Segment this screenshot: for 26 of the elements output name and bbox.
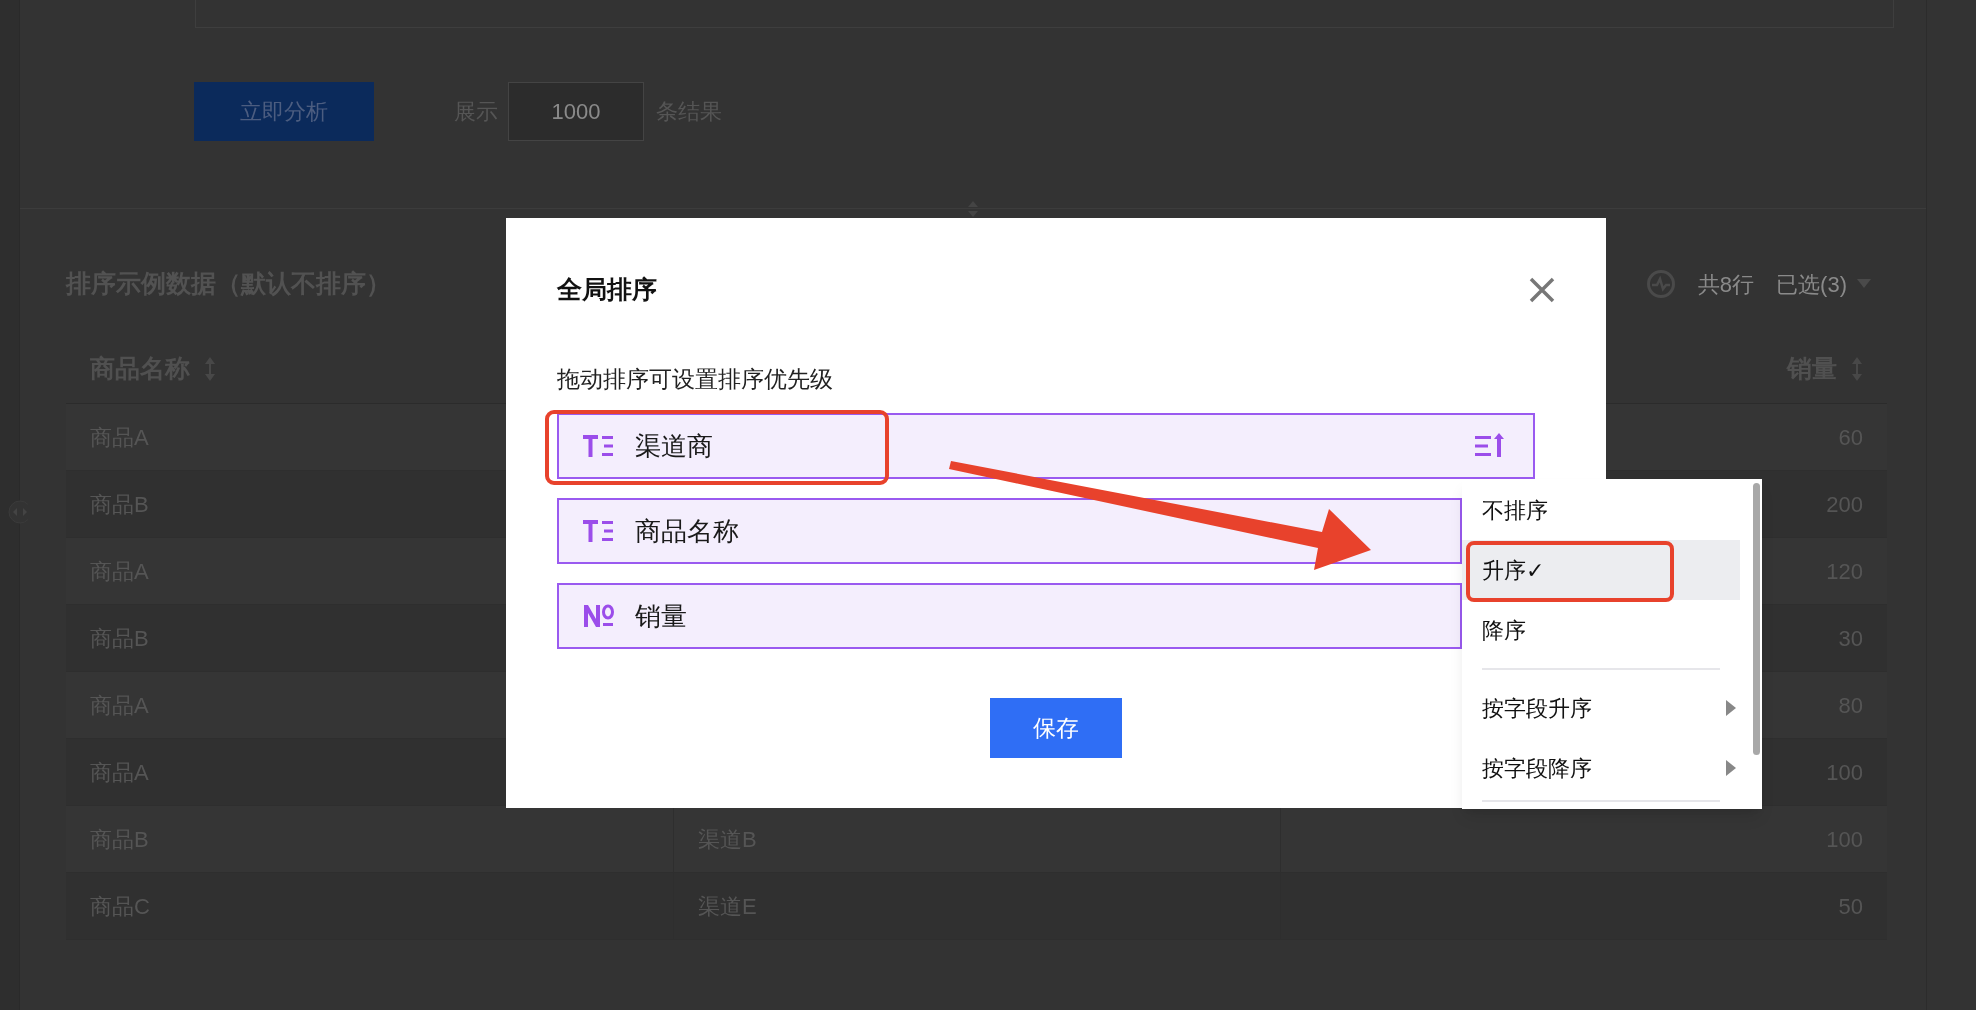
submenu-arrow-icon: [1726, 700, 1736, 716]
submenu-arrow-icon: [1726, 760, 1736, 776]
text-field-icon: [583, 433, 615, 459]
menu-item[interactable]: 升序✓: [1462, 540, 1740, 600]
dialog-title: 全局排序: [557, 274, 657, 306]
number-field-icon: [583, 603, 615, 629]
resize-handle-icon[interactable]: [965, 199, 981, 219]
sort-field-item[interactable]: 渠道商: [557, 413, 1535, 479]
scrollbar-thumb[interactable]: [1753, 483, 1760, 755]
dialog-hint: 拖动排序可设置排序优先级: [557, 368, 834, 391]
field-label: 渠道商: [635, 429, 713, 463]
caret-icon: [1857, 279, 1871, 289]
field-label: 销量: [635, 599, 687, 633]
collapse-handle-icon[interactable]: [8, 500, 28, 524]
sort-field-item[interactable]: 商品名称: [557, 498, 1462, 564]
text-field-icon: [583, 518, 615, 544]
selected-columns-dropdown[interactable]: 已选(3): [1776, 267, 1871, 301]
result-count-field[interactable]: 1000: [508, 82, 644, 141]
sort-ascending-icon[interactable]: [1475, 433, 1505, 459]
close-button[interactable]: [1527, 275, 1557, 305]
sort-field-item[interactable]: 销量: [557, 583, 1462, 649]
close-icon: [1529, 277, 1555, 303]
row-count: 共8行: [1697, 270, 1755, 299]
save-button[interactable]: 保存: [990, 698, 1122, 758]
chart-icon[interactable]: [1645, 269, 1676, 299]
field-label: 商品名称: [635, 514, 739, 548]
